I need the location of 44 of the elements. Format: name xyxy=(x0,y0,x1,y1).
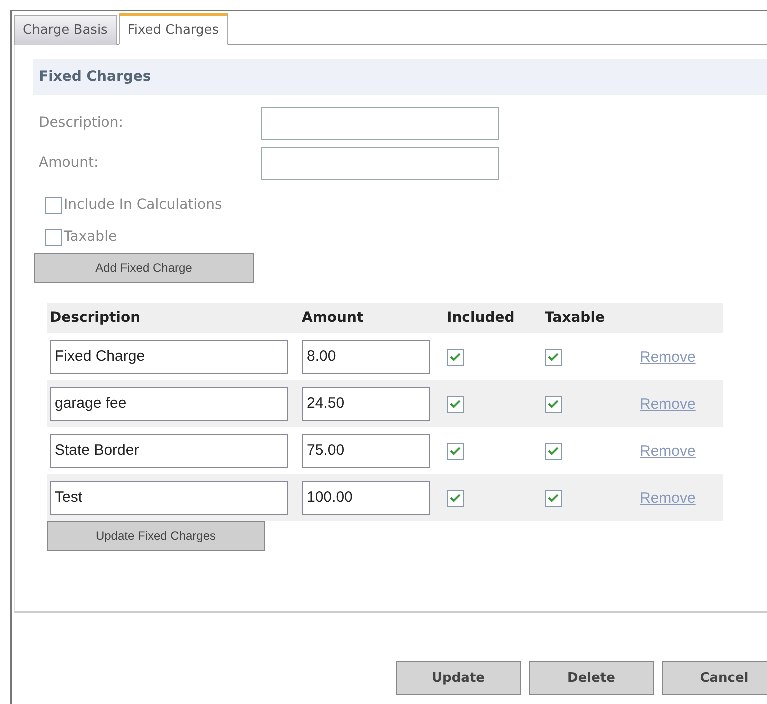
checkmark-icon xyxy=(548,447,559,456)
checkmark-icon xyxy=(450,447,461,456)
column-header: Included xyxy=(447,310,516,326)
amount-field[interactable]: 100.00 xyxy=(302,480,430,514)
checkmark-icon xyxy=(450,353,461,362)
description-field[interactable]: garage fee xyxy=(50,386,288,420)
taxable-checkbox[interactable] xyxy=(545,443,562,460)
action-button[interactable]: Update xyxy=(396,661,521,695)
field-label: Amount: xyxy=(39,155,100,171)
taxable-checkbox[interactable] xyxy=(545,349,562,366)
checkbox-label: Taxable xyxy=(64,229,118,245)
input-field[interactable] xyxy=(261,146,499,180)
description-field[interactable]: State Border xyxy=(50,434,288,468)
included-checkbox[interactable] xyxy=(447,396,464,413)
add-fixed-charge-button[interactable]: Add Fixed Charge xyxy=(34,253,254,283)
section-title: Fixed Charges xyxy=(39,69,152,85)
checkbox[interactable] xyxy=(45,228,62,246)
included-checkbox[interactable] xyxy=(447,490,464,507)
update-fixed-charges-button[interactable]: Update Fixed Charges xyxy=(47,521,265,551)
input-field[interactable] xyxy=(261,106,499,140)
included-checkbox[interactable] xyxy=(447,443,464,460)
tab[interactable]: Fixed Charges xyxy=(118,13,228,45)
tab[interactable]: Charge Basis xyxy=(14,15,117,45)
amount-field[interactable]: 75.00 xyxy=(302,434,430,468)
description-field[interactable]: Fixed Charge xyxy=(50,340,288,374)
checkmark-icon xyxy=(450,400,461,409)
taxable-checkbox[interactable] xyxy=(545,396,562,413)
checkmark-icon xyxy=(548,400,559,409)
action-button[interactable]: Delete xyxy=(529,661,654,695)
amount-field[interactable]: 8.00 xyxy=(302,340,430,374)
checkmark-icon xyxy=(548,494,559,503)
column-header: Amount xyxy=(302,310,365,326)
action-button[interactable]: Cancel xyxy=(662,661,767,695)
checkbox[interactable] xyxy=(45,196,62,214)
checkmark-icon xyxy=(548,353,559,362)
amount-field[interactable]: 24.50 xyxy=(302,386,430,420)
checkmark-icon xyxy=(450,494,461,503)
taxable-checkbox[interactable] xyxy=(545,490,562,507)
checkbox-label: Include In Calculations xyxy=(64,197,222,213)
column-header: Description xyxy=(50,310,142,326)
field-label: Description: xyxy=(39,115,124,131)
description-field[interactable]: Test xyxy=(50,480,288,514)
column-header: Taxable xyxy=(545,310,606,326)
included-checkbox[interactable] xyxy=(447,349,464,366)
